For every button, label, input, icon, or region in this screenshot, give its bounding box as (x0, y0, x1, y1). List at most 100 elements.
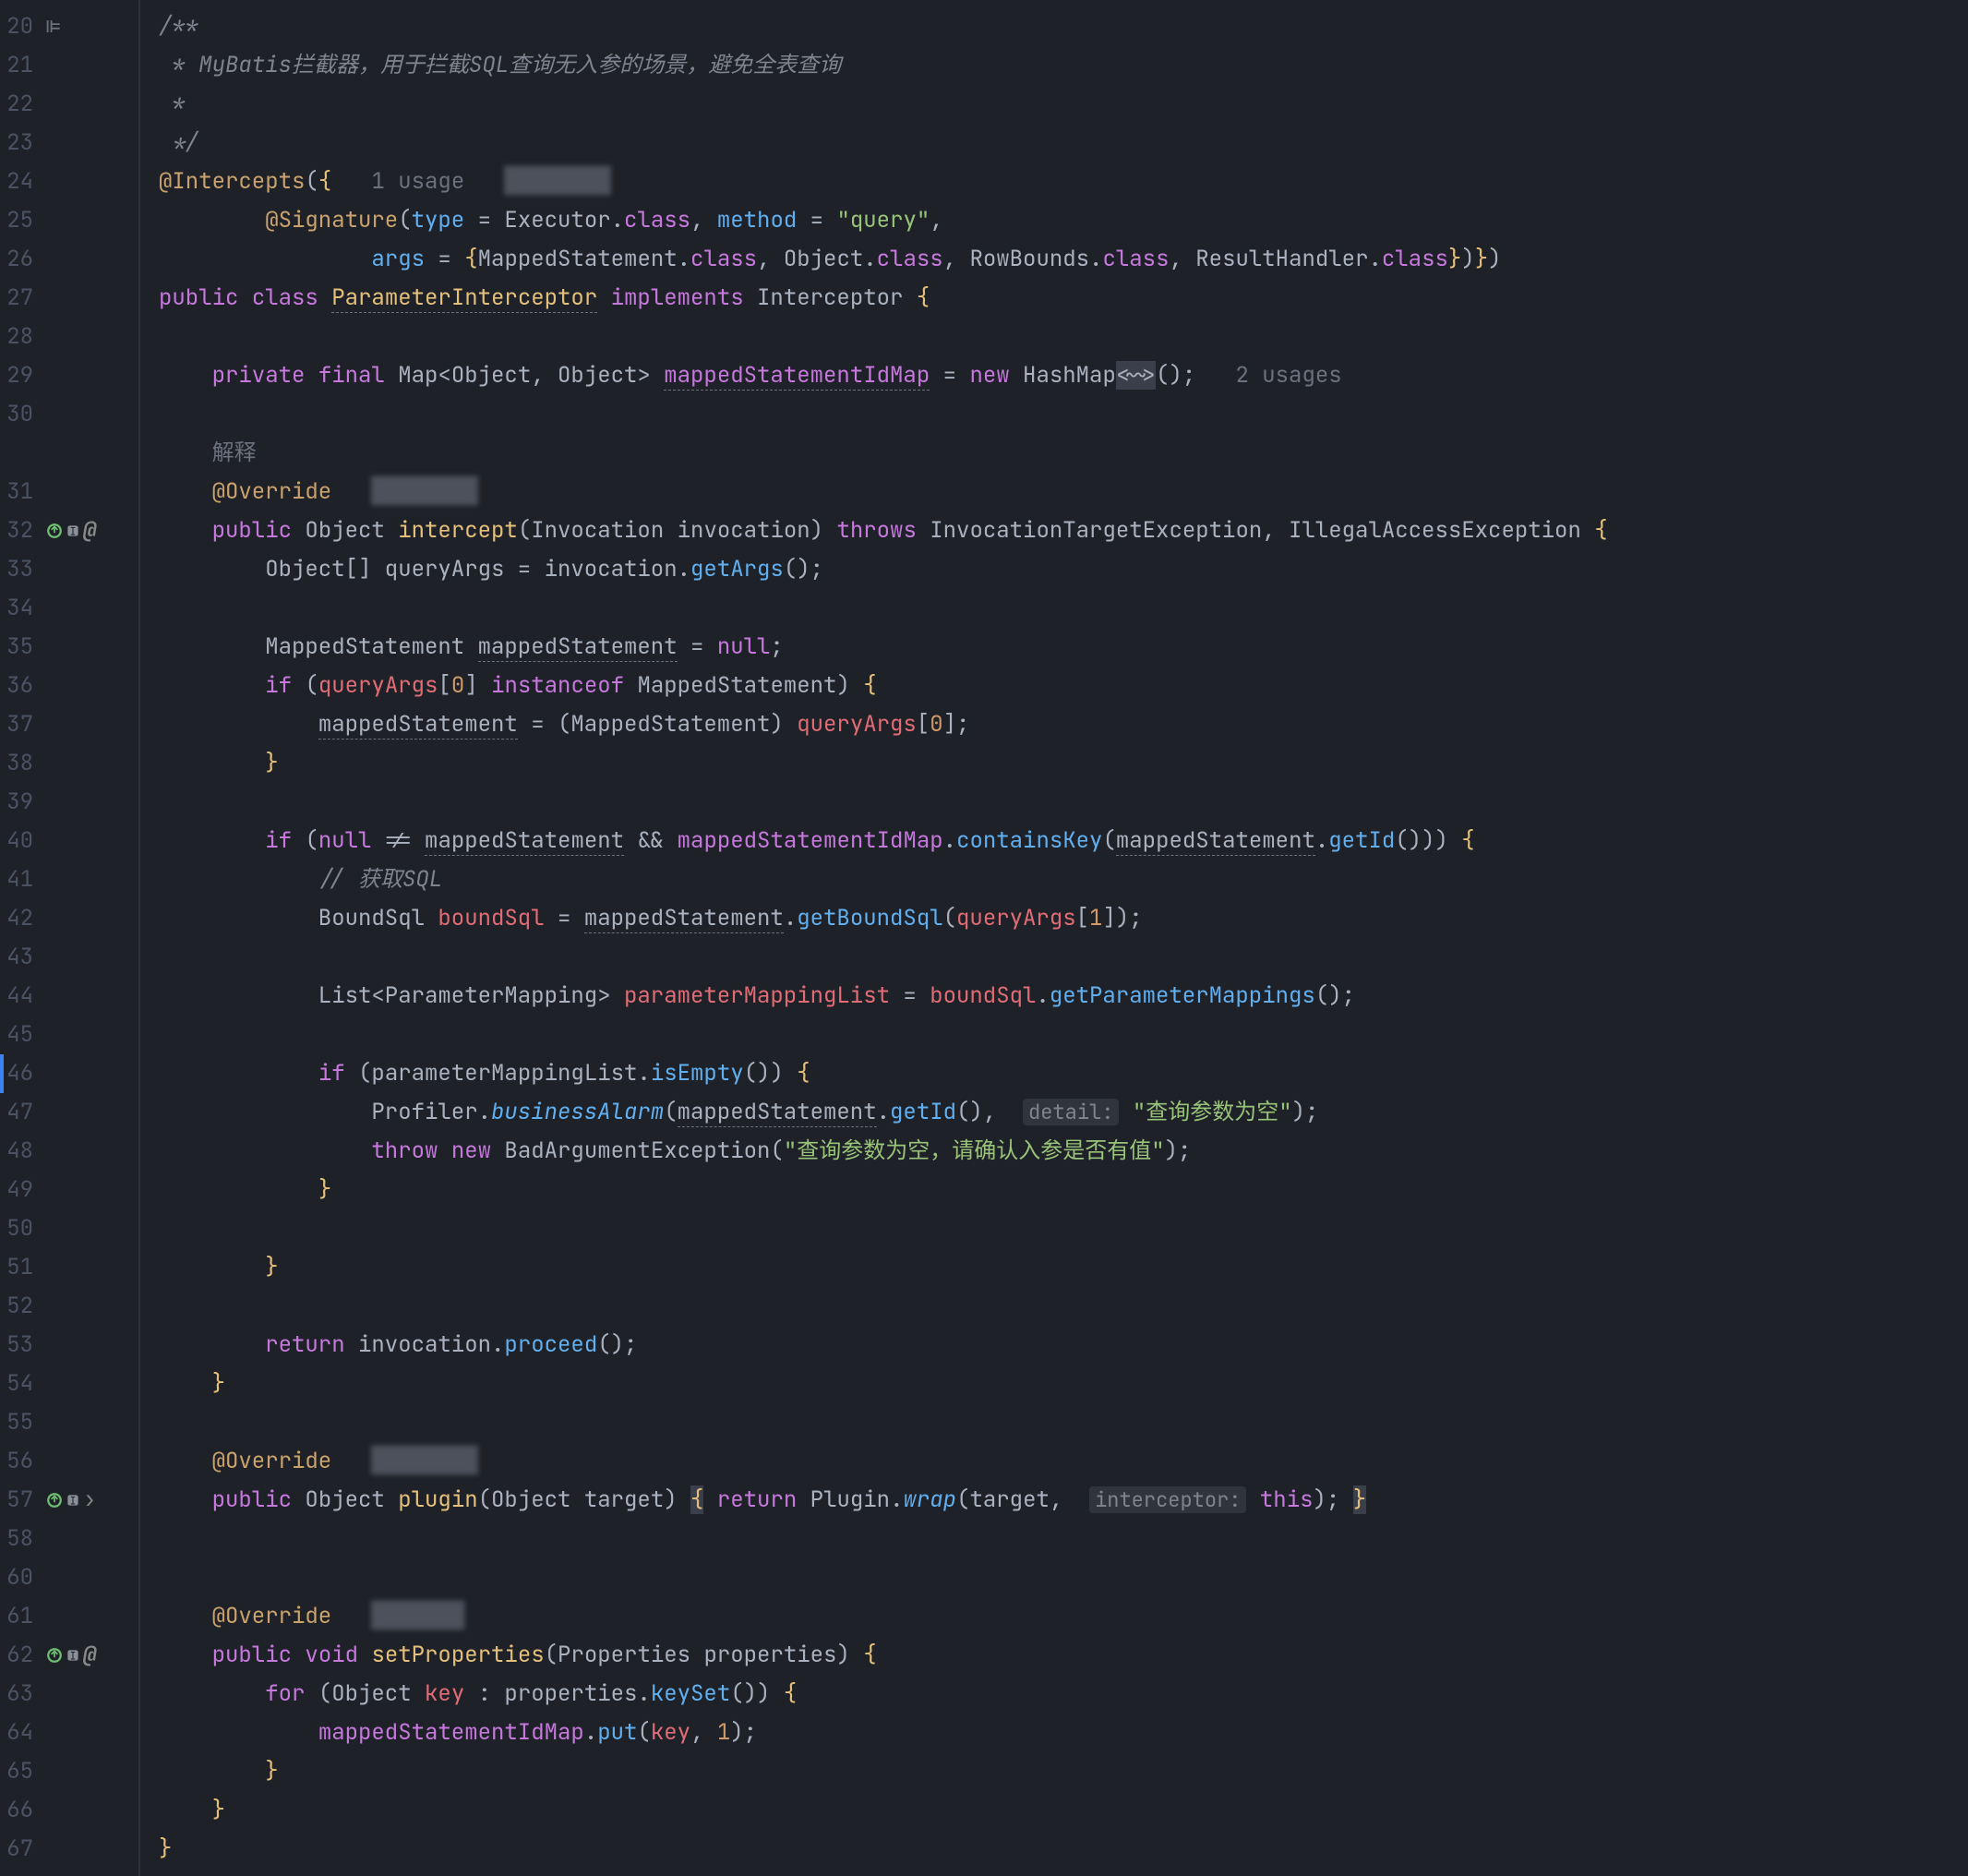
line-number[interactable]: 26 (0, 240, 46, 279)
code-line[interactable]: throw new BadArgumentException("查询参数为空，请… (140, 1132, 1968, 1171)
override-method-icon[interactable] (46, 1647, 63, 1664)
code-line[interactable]: args = {MappedStatement.class, Object.cl… (140, 240, 1968, 279)
line-number[interactable]: 55 (0, 1403, 46, 1442)
implements-icon[interactable]: I (65, 1492, 81, 1509)
line-number[interactable]: 23 (0, 124, 46, 162)
code-line[interactable]: if (null != mappedStatement && mappedSta… (140, 822, 1968, 860)
code-line[interactable]: } (140, 1791, 1968, 1830)
suppress-icon[interactable]: @ (83, 1636, 96, 1675)
code-line[interactable]: * (140, 85, 1968, 124)
code-line[interactable]: 解释 (140, 434, 1968, 473)
code-line[interactable] (140, 1403, 1968, 1442)
line-number[interactable]: 38 (0, 744, 46, 783)
line-number[interactable]: 64 (0, 1714, 46, 1752)
code-line[interactable] (140, 783, 1968, 822)
code-line[interactable]: if (queryArgs[0] instanceof MappedStatem… (140, 667, 1968, 705)
code-line[interactable]: } (140, 1365, 1968, 1403)
code-line[interactable] (140, 1016, 1968, 1054)
line-number[interactable]: 66 (0, 1791, 46, 1830)
code-line[interactable]: MappedStatement mappedStatement = null; (140, 628, 1968, 667)
paragraph-icon[interactable]: ⊫ (46, 7, 60, 46)
code-editor[interactable]: 20⊫212223242526272829303132I@33343536373… (0, 0, 1968, 1876)
line-number[interactable]: 35 (0, 628, 46, 667)
line-number[interactable]: 37 (0, 705, 46, 744)
line-number[interactable]: 52 (0, 1287, 46, 1326)
code-line[interactable]: List<ParameterMapping> parameterMappingL… (140, 977, 1968, 1016)
code-line[interactable] (140, 1520, 1968, 1558)
code-line[interactable]: public void setProperties(Properties pro… (140, 1636, 1968, 1675)
collapse-icon[interactable]: › (83, 1481, 96, 1520)
code-line[interactable]: Profiler.businessAlarm(mappedStatement.g… (140, 1093, 1968, 1132)
code-line[interactable]: public class ParameterInterceptor implem… (140, 279, 1968, 318)
code-area[interactable]: /** * MyBatis拦截器，用于拦截SQL查询无入参的场景，避免全表查询 … (138, 0, 1968, 1876)
code-line[interactable] (140, 318, 1968, 356)
code-line[interactable]: if (parameterMappingList.isEmpty()) { (140, 1054, 1968, 1093)
override-method-icon[interactable] (46, 1492, 63, 1509)
override-method-icon[interactable] (46, 523, 63, 539)
code-line[interactable]: public Object intercept(Invocation invoc… (140, 511, 1968, 550)
line-number[interactable]: 65 (0, 1752, 46, 1791)
code-line[interactable] (140, 1287, 1968, 1326)
code-line[interactable]: @Override ████████ (140, 1442, 1968, 1481)
code-line[interactable]: @Override ███████ (140, 1597, 1968, 1636)
implements-icon[interactable]: I (65, 523, 81, 539)
code-line[interactable]: * MyBatis拦截器，用于拦截SQL查询无入参的场景，避免全表查询 (140, 46, 1968, 85)
line-number[interactable]: 62 (0, 1636, 46, 1675)
code-line[interactable] (140, 938, 1968, 977)
code-line[interactable]: } (140, 744, 1968, 783)
line-number[interactable]: 29 (0, 356, 46, 395)
line-number[interactable]: 34 (0, 589, 46, 628)
code-line[interactable]: for (Object key : properties.keySet()) { (140, 1675, 1968, 1714)
line-number[interactable]: 57 (0, 1481, 46, 1520)
line-number[interactable]: 48 (0, 1132, 46, 1171)
code-line[interactable]: @Signature(type = Executor.class, method… (140, 201, 1968, 240)
implements-icon[interactable]: I (65, 1647, 81, 1664)
line-number[interactable]: 28 (0, 318, 46, 356)
line-number[interactable]: 32 (0, 511, 46, 550)
line-number[interactable]: 46 (0, 1054, 46, 1093)
line-number[interactable]: 47 (0, 1093, 46, 1132)
code-line[interactable]: /** (140, 7, 1968, 46)
line-number[interactable]: 33 (0, 550, 46, 589)
line-number[interactable]: 39 (0, 783, 46, 822)
line-number[interactable]: 27 (0, 279, 46, 318)
line-number[interactable]: 67 (0, 1830, 46, 1869)
line-number[interactable]: 41 (0, 860, 46, 899)
code-line[interactable]: public Object plugin(Object target) { re… (140, 1481, 1968, 1520)
line-number[interactable]: 40 (0, 822, 46, 860)
code-line[interactable] (140, 1209, 1968, 1248)
line-number[interactable]: 60 (0, 1558, 46, 1597)
code-line[interactable]: @Intercepts({ 1 usage ████████ (140, 162, 1968, 201)
line-number[interactable]: 22 (0, 85, 46, 124)
suppress-icon[interactable]: @ (83, 511, 96, 550)
code-line[interactable]: // 获取SQL (140, 860, 1968, 899)
line-number[interactable]: 49 (0, 1171, 46, 1209)
code-line[interactable] (140, 589, 1968, 628)
code-line[interactable]: } (140, 1752, 1968, 1791)
code-line[interactable]: } (140, 1171, 1968, 1209)
code-line[interactable]: */ (140, 124, 1968, 162)
line-number[interactable]: 44 (0, 977, 46, 1016)
code-line[interactable]: return invocation.proceed(); (140, 1326, 1968, 1365)
code-line[interactable]: @Override ████████ (140, 473, 1968, 511)
line-number[interactable]: 24 (0, 162, 46, 201)
line-number[interactable]: 20 (0, 7, 46, 46)
code-line[interactable] (140, 1558, 1968, 1597)
code-line[interactable]: } (140, 1248, 1968, 1287)
line-number[interactable]: 61 (0, 1597, 46, 1636)
line-number[interactable]: 58 (0, 1520, 46, 1558)
line-number[interactable]: 53 (0, 1326, 46, 1365)
line-number[interactable]: 31 (0, 473, 46, 511)
line-number[interactable]: 54 (0, 1365, 46, 1403)
code-line[interactable]: private final Map<Object, Object> mapped… (140, 356, 1968, 395)
code-line[interactable]: BoundSql boundSql = mappedStatement.getB… (140, 899, 1968, 938)
line-number[interactable]: 21 (0, 46, 46, 85)
line-number[interactable]: 63 (0, 1675, 46, 1714)
line-number[interactable]: 30 (0, 395, 46, 434)
code-line[interactable]: Object[] queryArgs = invocation.getArgs(… (140, 550, 1968, 589)
code-line[interactable]: mappedStatementIdMap.put(key, 1); (140, 1714, 1968, 1752)
line-number[interactable]: 50 (0, 1209, 46, 1248)
line-number[interactable]: 25 (0, 201, 46, 240)
code-line[interactable]: mappedStatement = (MappedStatement) quer… (140, 705, 1968, 744)
line-number[interactable]: 42 (0, 899, 46, 938)
